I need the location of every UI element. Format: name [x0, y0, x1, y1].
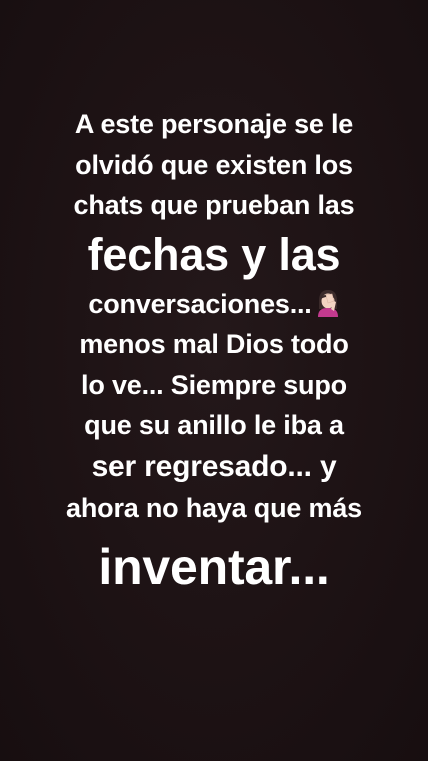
story-line-10: ahora no haya que más	[66, 492, 362, 523]
story-line-3: chats que prueban las	[73, 190, 355, 220]
story-line-6: menos mal Dios todo	[79, 329, 349, 359]
story-line-4: fechas y las	[87, 228, 341, 280]
story-line-1: A este personaje se le	[74, 109, 354, 139]
story-line-5-text: conversaciones...	[88, 288, 312, 319]
woman-facepalming-icon	[316, 288, 340, 317]
story-line-2: olvidó que existen los	[75, 149, 353, 180]
story-text-block: A este personaje se le olvidó que existe…	[0, 104, 428, 598]
story-line-7: lo ve... Siempre supo	[81, 369, 347, 400]
story-line-11: inventar...	[98, 539, 330, 595]
story-line-8: que su anillo le iba a	[84, 410, 344, 440]
story-background: A este personaje se le olvidó que existe…	[0, 0, 428, 761]
story-line-5: conversaciones...	[0, 284, 428, 325]
story-line-9: ser regresado... y	[91, 449, 337, 483]
